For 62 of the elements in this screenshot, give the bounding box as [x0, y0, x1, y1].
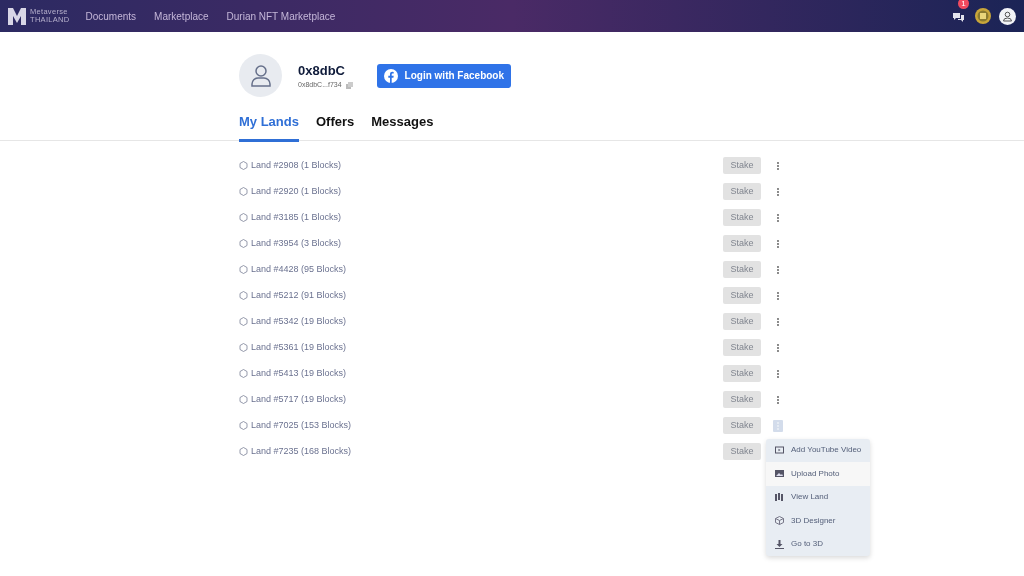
download-icon [775, 539, 784, 549]
copy-icon[interactable] [345, 81, 353, 89]
menu-item[interactable]: View Land [766, 485, 870, 509]
hexagon-icon [239, 317, 248, 326]
hexagon-icon [239, 447, 248, 456]
hexagon-icon [239, 421, 248, 430]
land-name[interactable]: Land #4428 (95 Blocks) [251, 262, 347, 277]
menu-item[interactable]: 3D Designer [766, 509, 870, 533]
avatar-icon [239, 54, 282, 97]
tab[interactable]: My Lands [239, 112, 299, 142]
stake-button[interactable]: Stake [723, 313, 761, 330]
chat-icon[interactable] [953, 11, 964, 22]
land-name[interactable]: Land #3954 (3 Blocks) [251, 236, 342, 251]
menu-item[interactable]: Upload Photo [766, 462, 870, 486]
land-name[interactable]: Land #5212 (91 Blocks) [251, 288, 347, 303]
menu-item[interactable]: Go to 3D [766, 532, 870, 556]
land-name[interactable]: Land #5717 (19 Blocks) [251, 392, 347, 407]
columns-icon [775, 492, 784, 502]
hexagon-icon [239, 395, 248, 404]
nav-link[interactable]: Durian NFT Marketplace [226, 8, 336, 24]
stake-button[interactable]: Stake [723, 157, 761, 174]
land-name[interactable]: Land #7025 (153 Blocks) [251, 418, 352, 433]
stake-button[interactable]: Stake [723, 287, 761, 304]
hexagon-icon [239, 343, 248, 352]
land-name[interactable]: Land #7235 (168 Blocks) [251, 444, 352, 459]
profile-name: 0x8dbC [298, 61, 346, 80]
facebook-login-button[interactable]: Login with Facebook [376, 63, 512, 88]
stake-button[interactable]: Stake [723, 417, 761, 434]
land-name[interactable]: Land #2908 (1 Blocks) [251, 158, 342, 173]
stake-button[interactable]: Stake [723, 261, 761, 278]
facebook-icon [383, 68, 398, 83]
menu-item[interactable]: Add YouTube Video [766, 438, 870, 462]
user-avatar-icon[interactable] [999, 7, 1016, 25]
land-name[interactable]: Land #3185 (1 Blocks) [251, 210, 342, 225]
stake-button[interactable]: Stake [723, 365, 761, 382]
notification-badge: 1 [958, 0, 969, 9]
land-name[interactable]: Land #5413 (19 Blocks) [251, 366, 347, 381]
nav-link[interactable]: Documents [85, 8, 137, 24]
land-name[interactable]: Land #5342 (19 Blocks) [251, 314, 347, 329]
stake-button[interactable]: Stake [723, 339, 761, 356]
stake-button[interactable]: Stake [723, 209, 761, 226]
logo-icon[interactable] [8, 7, 26, 25]
nav-link[interactable]: Marketplace [154, 8, 209, 24]
tab[interactable]: Offers [315, 112, 355, 142]
cube-icon [775, 516, 784, 526]
hexagon-icon [239, 369, 248, 378]
image-icon [775, 469, 784, 479]
tab[interactable]: Messages [371, 112, 434, 142]
hexagon-icon [239, 265, 248, 274]
stake-button[interactable]: Stake [723, 443, 761, 460]
stake-button[interactable]: Stake [723, 391, 761, 408]
land-name[interactable]: Land #5361 (19 Blocks) [251, 340, 347, 355]
stake-button[interactable]: Stake [723, 235, 761, 252]
hexagon-icon [239, 239, 248, 248]
hexagon-icon [239, 161, 248, 170]
hexagon-icon [239, 213, 248, 222]
video-icon [775, 445, 784, 455]
stake-button[interactable]: Stake [723, 183, 761, 200]
hexagon-icon [239, 187, 248, 196]
land-name[interactable]: Land #2920 (1 Blocks) [251, 184, 342, 199]
hexagon-icon [239, 291, 248, 300]
coin-icon[interactable] [975, 8, 991, 24]
